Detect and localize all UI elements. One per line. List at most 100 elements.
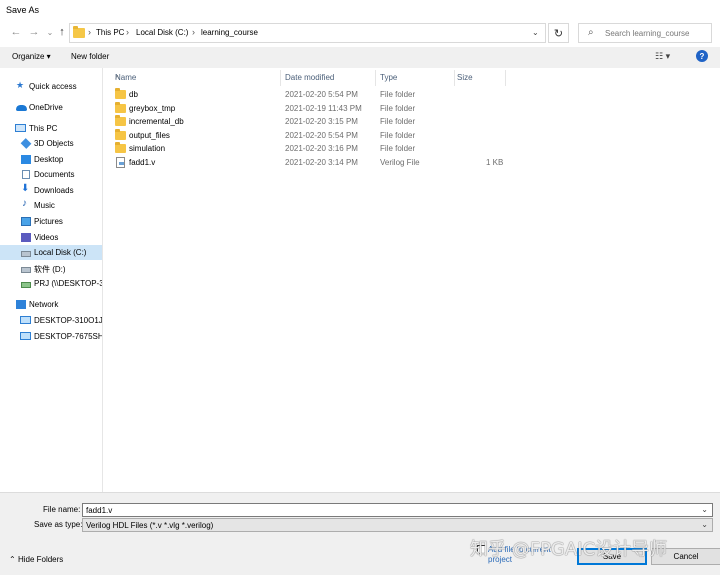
save-form: File name: fadd1.v ⌄ Save as type: Veril… <box>0 492 720 575</box>
sidebar-item-quick-access[interactable]: ★ Quick access <box>0 79 102 94</box>
sidebar-item-label: Videos <box>34 233 59 242</box>
column-header-date-modified[interactable]: Date modified <box>281 70 376 86</box>
sidebar-item-onedrive[interactable]: OneDrive <box>0 100 102 115</box>
file-date: 2021-02-19 11:43 PM <box>285 104 362 113</box>
monitor-icon <box>20 332 31 340</box>
star-icon: ★ <box>16 80 25 90</box>
sidebar-item-desktop-310o1jh[interactable]: DESKTOP-310O1JH <box>0 313 102 328</box>
file-date: 2021-02-20 3:16 PM <box>285 144 358 153</box>
sidebar-item-network[interactable]: Network <box>0 297 102 312</box>
sidebar-item-pictures[interactable]: Pictures <box>0 214 102 229</box>
file-row-greybox-tmp[interactable]: greybox_tmp 2021-02-19 11:43 PM File fol… <box>103 102 720 116</box>
file-row-fadd1-v[interactable]: fadd1.v 2021-02-20 3:14 PM Verilog File … <box>103 156 720 170</box>
sidebar-item-label: 软件 (D:) <box>34 265 66 274</box>
refresh-icon[interactable]: ↻ <box>548 23 569 43</box>
file-name: output_files <box>129 131 170 140</box>
sidebar-item-label: 3D Objects <box>34 139 74 148</box>
sidebar-item-label: PRJ (\\DESKTOP-310 <box>34 279 103 288</box>
sidebar-item-label: Documents <box>34 170 75 179</box>
search-placeholder: Search learning_course <box>605 29 690 38</box>
cloud-icon <box>16 105 27 111</box>
file-type: File folder <box>380 131 416 140</box>
network-drive-icon <box>21 282 31 288</box>
sidebar-item-this-pc[interactable]: This PC <box>0 121 102 136</box>
pictures-icon <box>21 217 31 226</box>
folder-icon <box>115 142 126 153</box>
sidebar-item-label: Music <box>34 201 55 210</box>
folder-icon <box>115 88 126 99</box>
back-icon[interactable]: ← <box>8 24 24 40</box>
hide-folders-label: Hide Folders <box>17 555 64 564</box>
add-to-project-checkbox[interactable] <box>477 545 486 554</box>
file-row-incremental-db[interactable]: incremental_db 2021-02-20 3:15 PM File f… <box>103 115 720 129</box>
address-dropdown-icon[interactable]: ⌄ <box>532 28 539 37</box>
computer-icon <box>15 124 26 132</box>
breadcrumb-this-pc[interactable]: This PC <box>96 28 124 37</box>
breadcrumb-local-disk[interactable]: Local Disk (C:) <box>136 28 188 37</box>
column-header-label: Name <box>115 73 137 82</box>
add-to-project-label[interactable]: Add file to current project <box>488 545 553 565</box>
breadcrumb-separator[interactable]: › <box>126 27 129 37</box>
file-row-simulation[interactable]: simulation 2021-02-20 3:16 PM File folde… <box>103 142 720 156</box>
sidebar-item-label: Local Disk (C:) <box>34 248 87 257</box>
sidebar-item-downloads[interactable]: ⬇ Downloads <box>0 183 102 198</box>
sidebar-item-music[interactable]: ♪ Music <box>0 198 102 213</box>
hide-folders-button[interactable]: ⌃ Hide Folders <box>9 555 63 564</box>
chevron-down-icon[interactable]: ⌄ <box>701 505 708 514</box>
help-icon[interactable]: ? <box>696 50 708 62</box>
cancel-button[interactable]: Cancel <box>651 548 720 565</box>
sidebar-item-label: DESKTOP-7675SHU <box>34 332 103 341</box>
verilog-file-icon <box>116 157 125 168</box>
sidebar-item-documents[interactable]: Documents <box>0 167 102 182</box>
file-row-output-files[interactable]: output_files 2021-02-20 5:54 PM File fol… <box>103 129 720 143</box>
search-input[interactable]: ⌕ Search learning_course <box>578 23 712 43</box>
download-icon: ⬇ <box>21 183 30 194</box>
music-icon: ♪ <box>22 198 27 209</box>
column-header-label: Date modified <box>285 73 335 82</box>
sidebar-item-label: This PC <box>29 124 58 133</box>
column-header-type[interactable]: Type <box>376 70 455 86</box>
toolbar: Organize ▾ New folder ☷ ▾ ? <box>0 47 720 68</box>
chevron-down-icon[interactable]: ⌄ <box>701 520 708 529</box>
videos-icon <box>21 233 31 242</box>
file-type: File folder <box>380 104 416 113</box>
file-name: fadd1.v <box>129 158 156 167</box>
save-button[interactable]: Save <box>577 548 647 565</box>
breadcrumb-learning-course[interactable]: learning_course <box>201 28 258 37</box>
file-type: File folder <box>380 117 416 126</box>
address-bar[interactable]: › This PC › Local Disk (C:) › learning_c… <box>69 23 546 43</box>
file-date: 2021-02-20 3:15 PM <box>285 117 358 126</box>
sidebar-item-prj-network-drive[interactable]: PRJ (\\DESKTOP-310 <box>0 276 103 291</box>
save-as-type-select[interactable]: Verilog HDL Files (*.v *.vlg *.verilog) … <box>82 518 713 532</box>
title-bar: Save As <box>0 0 720 20</box>
file-name: simulation <box>129 144 166 153</box>
desktop-icon <box>21 155 31 164</box>
up-icon[interactable]: ↑ <box>54 24 70 40</box>
sidebar-item-3d-objects[interactable]: 3D Objects <box>0 136 102 151</box>
file-name-value: fadd1.v <box>86 506 113 515</box>
window-title: Save As <box>6 5 40 15</box>
chevron-up-icon: ⌃ <box>9 555 18 564</box>
sidebar-item-desktop[interactable]: Desktop <box>0 152 102 167</box>
file-list: ˄ Name Date modified Type Size db 2021-0… <box>103 68 720 492</box>
sidebar-item-desktop-7675shu[interactable]: DESKTOP-7675SHU <box>0 329 103 344</box>
sidebar-item-local-disk-c[interactable]: Local Disk (C:) <box>0 245 102 260</box>
breadcrumb-separator[interactable]: › <box>192 27 195 37</box>
view-options-icon[interactable]: ☷ ▾ <box>655 51 670 62</box>
forward-icon[interactable]: → <box>26 24 42 40</box>
sidebar-item-label: Network <box>29 300 59 309</box>
organize-button[interactable]: Organize ▾ <box>12 52 51 61</box>
file-name-input[interactable]: fadd1.v ⌄ <box>82 503 713 517</box>
column-header-size[interactable]: Size <box>455 70 506 86</box>
folder-icon <box>73 26 85 38</box>
file-date: 2021-02-20 5:54 PM <box>285 90 358 99</box>
sidebar-item-software-d[interactable]: 软件 (D:) <box>0 261 102 276</box>
sidebar-item-label: Downloads <box>34 186 74 195</box>
sidebar-item-videos[interactable]: Videos <box>0 230 102 245</box>
column-header-name[interactable]: ˄ Name <box>103 70 281 86</box>
new-folder-button[interactable]: New folder <box>71 52 109 61</box>
file-row-db[interactable]: db 2021-02-20 5:54 PM File folder <box>103 88 720 102</box>
file-type: Verilog File <box>380 158 420 167</box>
navigation-bar: ← → ⌄ ↑ › This PC › Local Disk (C:) › le… <box>0 20 720 46</box>
monitor-icon <box>20 316 31 324</box>
